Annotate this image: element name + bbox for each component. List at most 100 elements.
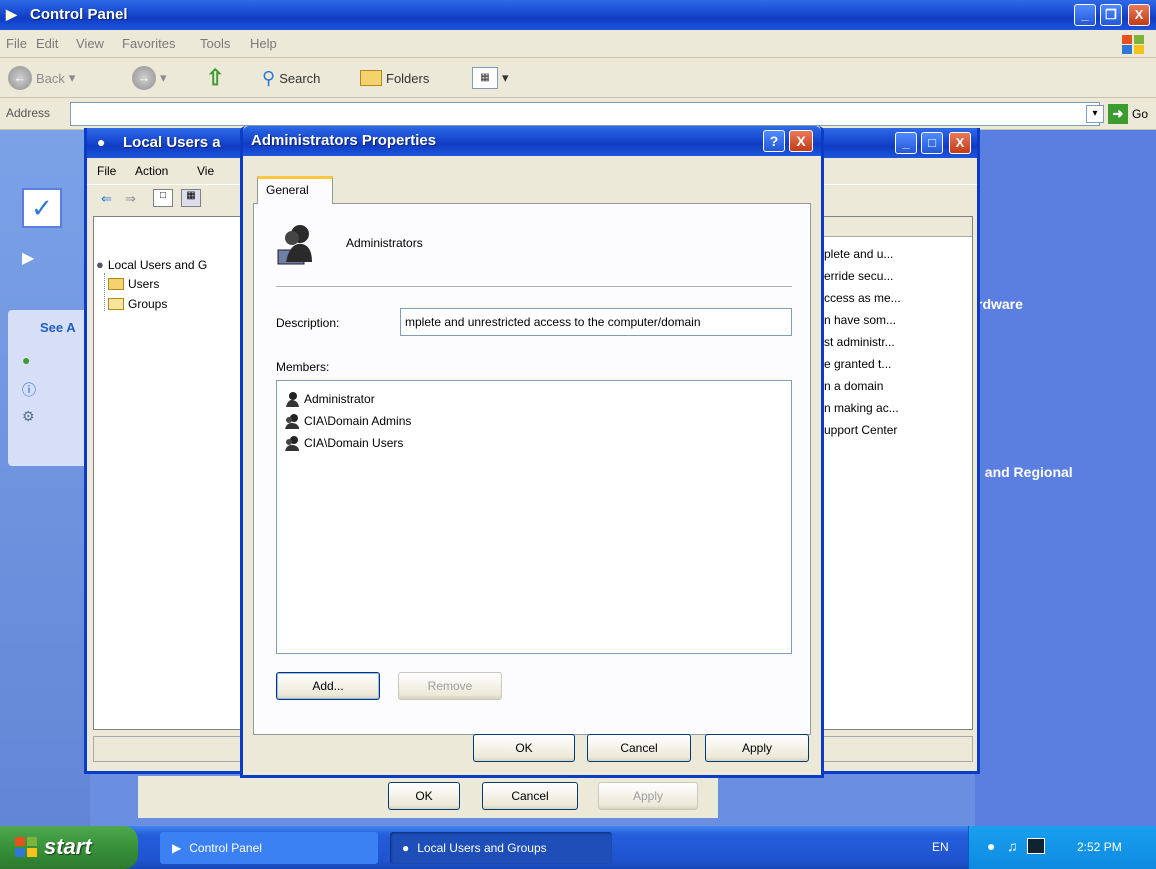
description-label: Description:	[276, 316, 340, 330]
switch-view-icon[interactable]: ▶	[22, 248, 42, 268]
lug-window-icon: ●	[97, 134, 106, 150]
search-icon: ⚲	[262, 67, 276, 88]
list-item[interactable]: CIA\Domain Users	[283, 433, 403, 453]
back-button[interactable]: ← Back ▾	[8, 64, 75, 92]
list-item[interactable]: erride secu...	[824, 269, 893, 283]
see-also-panel: See A ● ⓘ ⚙	[8, 310, 88, 466]
control-panel-icon: ▶	[172, 841, 182, 855]
list-item[interactable]: upport Center	[824, 423, 897, 437]
address-label: Address	[6, 106, 51, 120]
language-indicator[interactable]: EN	[932, 840, 949, 854]
show-hide-tree-icon[interactable]: ▦	[181, 189, 201, 207]
back-arrow-icon[interactable]: ⇐	[101, 191, 112, 207]
list-item[interactable]: Administrator	[283, 389, 375, 409]
address-dropdown-icon[interactable]: ▾	[1085, 105, 1104, 123]
background-cancel-button[interactable]: Cancel	[482, 782, 578, 810]
forward-arrow-icon[interactable]: ⇒	[125, 191, 136, 207]
back-arrow-icon: ←	[8, 66, 32, 90]
add-button[interactable]: Add...	[276, 672, 380, 700]
address-input[interactable]	[70, 102, 1100, 126]
chevron-down-icon: ▾	[68, 70, 76, 85]
see-also-title: See A	[40, 320, 76, 335]
separator	[276, 286, 792, 287]
list-item[interactable]: CIA\Domain Admins	[283, 411, 411, 431]
search-button[interactable]: ⚲ Search	[262, 64, 320, 92]
other-options-icon[interactable]: ⚙	[22, 408, 35, 425]
groups-list: plete and u... erride secu... ccess as m…	[817, 216, 973, 730]
lug-minimize-button[interactable]: _	[895, 132, 917, 154]
start-button[interactable]: start	[0, 826, 138, 869]
menu-bar: File Edit View Favorites Tools Help	[0, 30, 1156, 58]
help-icon[interactable]: ⓘ	[22, 380, 36, 400]
go-arrow-icon: ➜	[1107, 104, 1128, 124]
lug-menu-file[interactable]: File	[97, 164, 116, 178]
background-ok-button[interactable]: OK	[388, 782, 460, 810]
category-hardware-label[interactable]: rdware	[977, 296, 1023, 312]
description-value: mplete and unrestricted access to the co…	[405, 315, 701, 329]
minimize-button[interactable]: _	[1074, 4, 1096, 26]
go-button[interactable]: ▾ ➜ Go	[1085, 104, 1148, 124]
lug-menu-view[interactable]: Vie	[197, 164, 214, 178]
menu-tools[interactable]: Tools	[200, 36, 230, 51]
folder-icon	[360, 70, 382, 86]
remove-button[interactable]: Remove	[398, 672, 502, 700]
control-panel-title-bar[interactable]: ▶ Control Panel _ ❐ X	[0, 0, 1156, 30]
open-folder-icon	[108, 298, 124, 310]
tab-general[interactable]: General	[257, 176, 333, 204]
forward-button[interactable]: → ▾	[132, 64, 167, 92]
dialog-close-button[interactable]: X	[789, 130, 813, 152]
control-panel-title: Control Panel	[30, 6, 128, 23]
list-item[interactable]: n have som...	[824, 313, 896, 327]
tree-item-groups[interactable]: Groups	[108, 297, 167, 311]
category-regional-label[interactable]: , and Regional	[977, 464, 1073, 480]
tree-root[interactable]: ● Local Users and G	[96, 257, 207, 272]
menu-favorites[interactable]: Favorites	[122, 36, 175, 51]
folders-button[interactable]: Folders	[360, 64, 429, 92]
tree-line	[104, 273, 105, 311]
cancel-button[interactable]: Cancel	[587, 734, 691, 762]
lug-menu-action[interactable]: Action	[135, 164, 168, 178]
menu-file[interactable]: File	[6, 36, 27, 51]
views-button[interactable]: ▦ ▾	[472, 64, 509, 92]
chevron-down-icon: ▾	[502, 70, 509, 85]
lug-close-button[interactable]: X	[949, 132, 971, 154]
up-arrow-icon: ⇧	[206, 65, 225, 90]
clock[interactable]: 2:52 PM	[1077, 840, 1122, 854]
list-item[interactable]: n a domain	[824, 379, 883, 393]
menu-edit[interactable]: Edit	[36, 36, 58, 51]
description-field[interactable]: mplete and unrestricted access to the co…	[400, 308, 792, 336]
up-folder-button[interactable]: ⇧	[206, 64, 224, 92]
menu-view[interactable]: View	[76, 36, 104, 51]
user-icon	[286, 392, 299, 407]
list-item[interactable]: plete and u...	[824, 247, 893, 261]
members-list[interactable]: Administrator CIA\Domain Admins CIA\Doma…	[276, 380, 792, 654]
list-item[interactable]: ccess as me...	[824, 291, 901, 305]
taskbar-item-local-users[interactable]: ● Local Users and Groups	[390, 832, 612, 864]
close-button[interactable]: X	[1128, 4, 1150, 26]
list-item[interactable]: n making ac...	[824, 401, 899, 415]
display-icon[interactable]	[1027, 838, 1045, 854]
taskbar-item-control-panel[interactable]: ▶ Control Panel	[160, 832, 378, 864]
dialog-title-bar[interactable]: Administrators Properties ? X	[243, 126, 821, 156]
background-apply-button[interactable]: Apply	[598, 782, 698, 810]
restore-button[interactable]: ❐	[1100, 4, 1122, 26]
list-header[interactable]	[818, 217, 972, 237]
tree-item-users[interactable]: Users	[108, 277, 159, 291]
windows-flag-icon	[15, 837, 37, 857]
ok-button[interactable]: OK	[473, 734, 575, 762]
help-button[interactable]: ?	[763, 130, 785, 152]
members-label: Members:	[276, 360, 330, 374]
volume-icon[interactable]: ♫	[1007, 838, 1018, 854]
windows-update-icon[interactable]: ●	[22, 352, 30, 368]
chevron-down-icon: ▾	[160, 70, 167, 85]
list-item[interactable]: st administr...	[824, 335, 895, 349]
menu-help[interactable]: Help	[250, 36, 277, 51]
background-dialog-buttons: OK Cancel Apply	[138, 776, 718, 818]
users-groups-icon: ●	[96, 257, 104, 272]
up-one-level-icon[interactable]: □	[153, 189, 173, 207]
apply-button[interactable]: Apply	[705, 734, 809, 762]
windows-logo-icon	[1122, 35, 1144, 54]
network-icon[interactable]: ●	[987, 838, 995, 854]
lug-maximize-button[interactable]: □	[921, 132, 943, 154]
list-item[interactable]: e granted t...	[824, 357, 891, 371]
